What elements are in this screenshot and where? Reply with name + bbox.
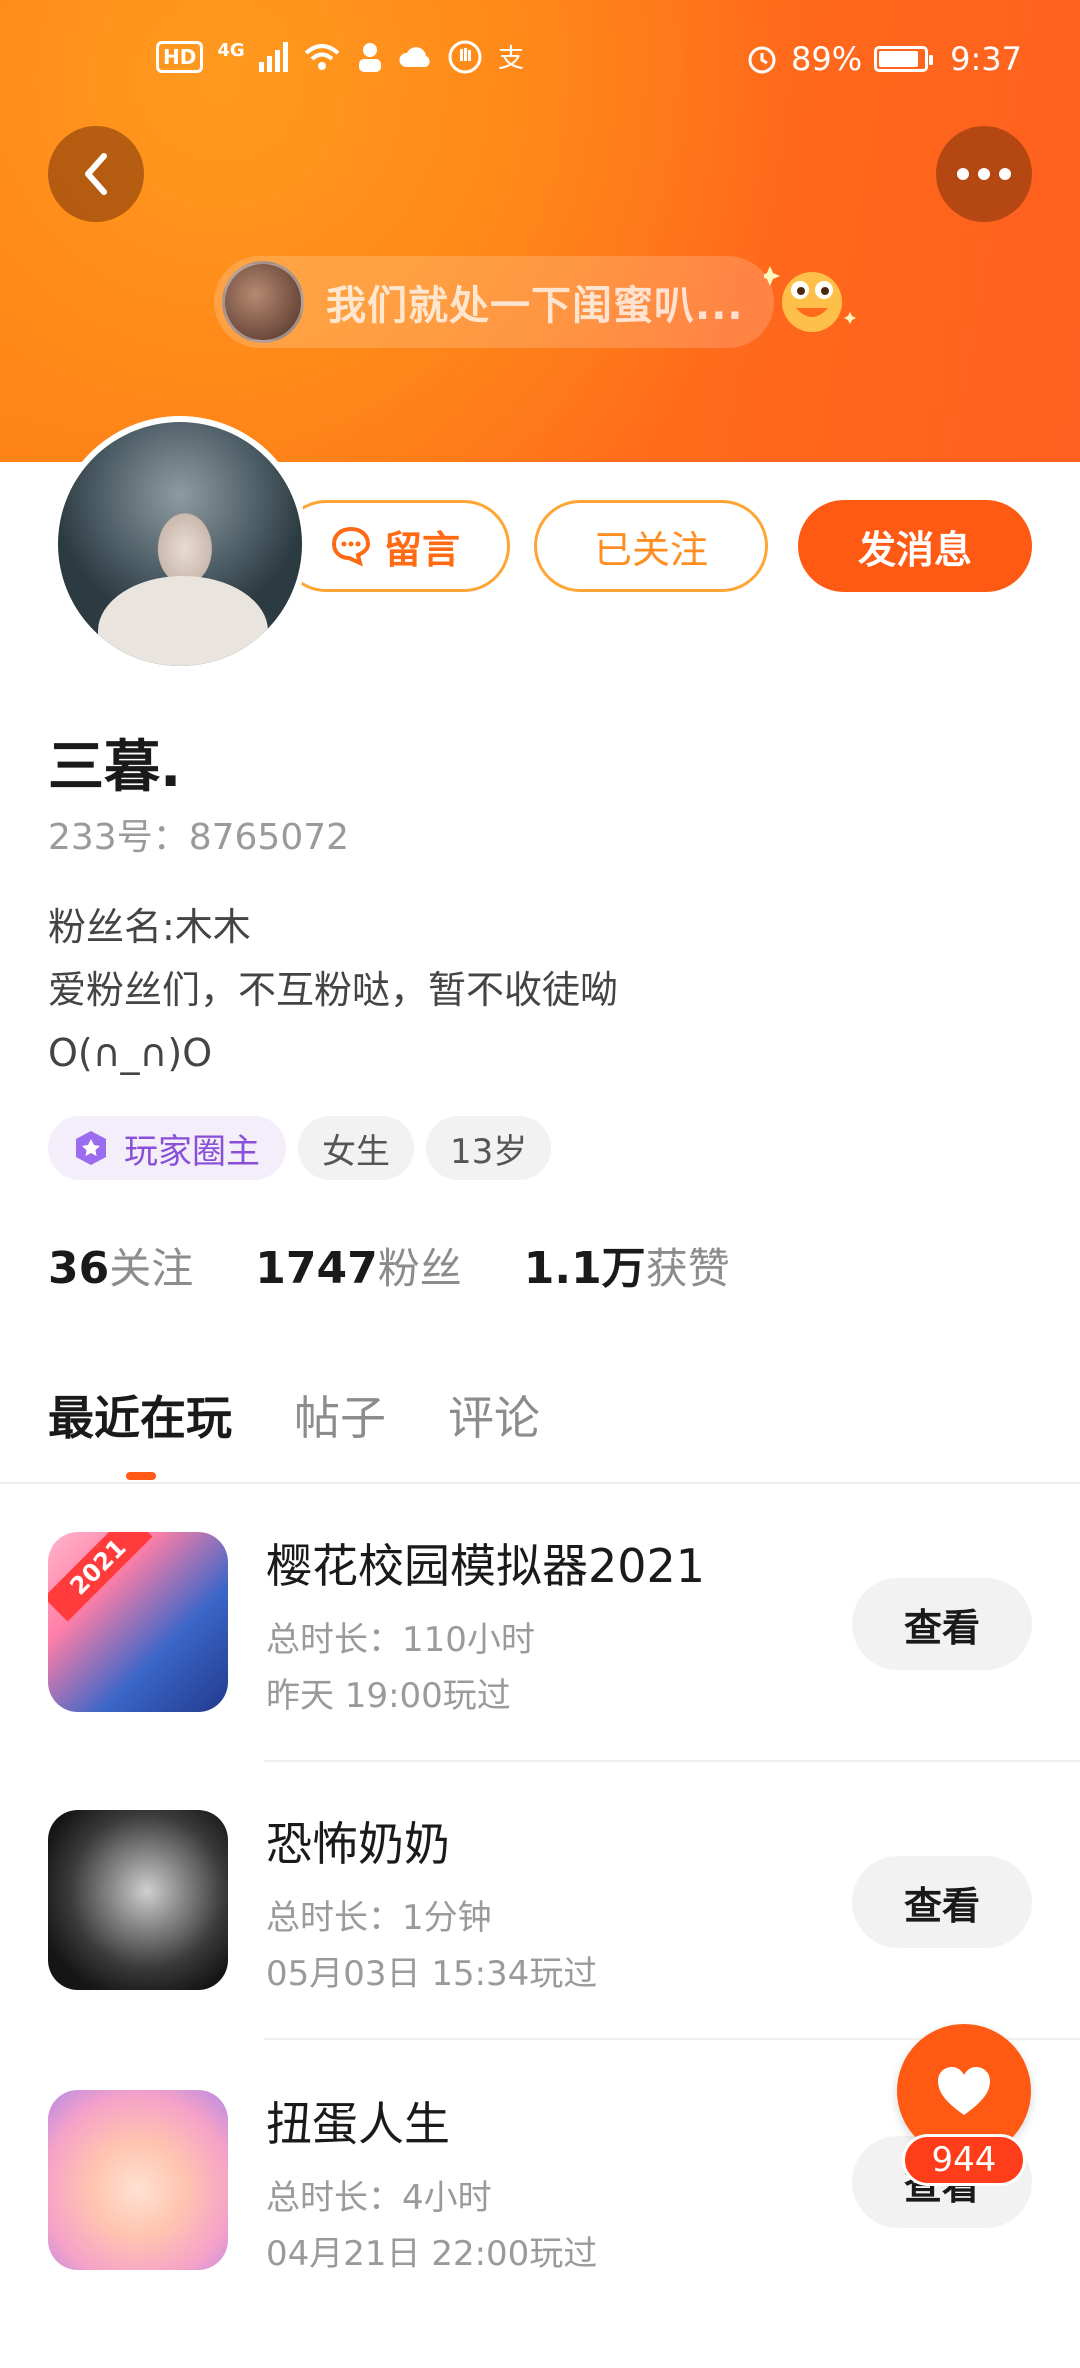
view-button[interactable]: 查看 <box>852 1578 1032 1670</box>
game-icon-granny <box>48 1810 228 1990</box>
game-last-played: 05月03日 15:34玩过 <box>266 1954 598 1994</box>
tag-label: 玩家圈主 <box>124 1131 260 1172</box>
follow-button[interactable]: 已关注 <box>534 500 768 592</box>
more-button[interactable] <box>936 126 1032 222</box>
profile-header: HD 4G 支 89% 9:37 我们就处一下闺蜜叭... <box>0 0 1080 462</box>
stat-value: 1.1万 <box>523 1243 646 1294</box>
send-message-label: 发消息 <box>857 527 972 572</box>
signal-icon <box>258 42 288 72</box>
person-icon <box>358 43 381 72</box>
battery-icon <box>874 46 934 72</box>
status-bar: HD 4G 支 89% 9:37 <box>0 40 1080 90</box>
stat-value: 36 <box>48 1243 110 1294</box>
year-badge: 2021 <box>48 1532 153 1622</box>
leave-message-label: 留言 <box>383 527 460 572</box>
back-button[interactable] <box>48 126 144 222</box>
stat-label: 获赞 <box>645 1244 730 1293</box>
profile-bio: 粉丝名:木木 爱粉丝们，不互粉哒，暂不收徒呦 O(∩_∩)O <box>48 905 619 1075</box>
game-duration: 总时长：110小时 <box>266 1620 535 1660</box>
network-type: 4G <box>217 40 245 61</box>
hd-icon: HD <box>156 41 204 73</box>
wifi-icon <box>304 44 339 70</box>
profile-uid: 233号：8765072 <box>48 817 350 858</box>
tab-posts[interactable]: 帖子 <box>294 1382 386 1448</box>
leave-message-button[interactable]: 留言 <box>280 500 510 592</box>
game-title: 樱花校园模拟器2021 <box>266 1539 706 1593</box>
stat-value: 1747 <box>255 1243 378 1294</box>
hand-icon <box>448 40 482 74</box>
game-title: 扭蛋人生 <box>266 2097 450 2151</box>
alipay-icon: 支 <box>498 44 524 73</box>
tag-circle-host[interactable]: 玩家圈主 <box>48 1116 286 1180</box>
cloud-icon <box>399 47 430 67</box>
active-tab-indicator <box>126 1472 156 1480</box>
divider <box>0 1482 1080 1484</box>
profile-name: 三暮. <box>48 735 182 800</box>
chat-bubble-icon <box>331 526 370 567</box>
profile-stats: 36关注 1747粉丝 1.1万获赞 <box>48 1232 730 1296</box>
tag-age: 13岁 <box>426 1116 552 1180</box>
game-last-played: 昨天 19:00玩过 <box>266 1676 511 1716</box>
tag-gender: 女生 <box>298 1116 414 1180</box>
game-duration: 总时长：4小时 <box>266 2178 492 2218</box>
message-preview-pill[interactable]: 我们就处一下闺蜜叭... <box>214 256 774 348</box>
stat-label: 粉丝 <box>377 1244 462 1293</box>
game-icon-sakura: 2021 <box>48 1532 228 1712</box>
avatar-image <box>58 422 302 666</box>
battery-percent: 89% <box>791 40 863 78</box>
tag-label: 13岁 <box>450 1131 528 1172</box>
game-last-played: 04月21日 22:00玩过 <box>266 2234 598 2274</box>
tab-comments[interactable]: 评论 <box>448 1382 540 1448</box>
stat-following[interactable]: 36关注 <box>48 1235 193 1296</box>
stat-likes[interactable]: 1.1万获赞 <box>524 1232 730 1296</box>
smile-emoji-icon <box>764 266 856 332</box>
game-title: 恐怖奶奶 <box>266 1817 450 1871</box>
stat-label: 关注 <box>109 1244 194 1293</box>
chevron-left-icon <box>85 153 107 195</box>
like-count: 944 <box>902 2134 1026 2186</box>
view-button[interactable]: 查看 <box>852 1856 1032 1948</box>
profile-avatar[interactable] <box>52 416 308 672</box>
profile-tabs: 最近在玩 帖子 评论 <box>48 1382 540 1448</box>
message-preview-text: 我们就处一下闺蜜叭... <box>326 283 744 329</box>
tab-recently-played[interactable]: 最近在玩 <box>48 1382 232 1448</box>
tag-label: 女生 <box>322 1131 390 1172</box>
svg-text:支: 支 <box>498 44 524 73</box>
game-duration: 总时长：1分钟 <box>266 1898 492 1938</box>
game-item[interactable]: 2021 樱花校园模拟器2021 总时长：110小时 昨天 19:00玩过 查看 <box>0 1532 1080 1810</box>
send-message-button[interactable]: 发消息 <box>798 500 1032 592</box>
stat-followers[interactable]: 1747粉丝 <box>255 1235 461 1296</box>
profile-tags: 玩家圈主 女生 13岁 <box>48 1116 552 1180</box>
star-hexagon-icon <box>76 1131 106 1165</box>
game-icon-gacha-life <box>48 2090 228 2270</box>
clock: 9:37 <box>950 40 1022 78</box>
divider <box>264 1760 1080 1762</box>
heart-icon <box>938 2067 990 2115</box>
message-avatar <box>222 261 304 343</box>
alarm-icon <box>748 46 776 74</box>
more-icon <box>957 168 1011 180</box>
follow-label: 已关注 <box>593 527 708 572</box>
